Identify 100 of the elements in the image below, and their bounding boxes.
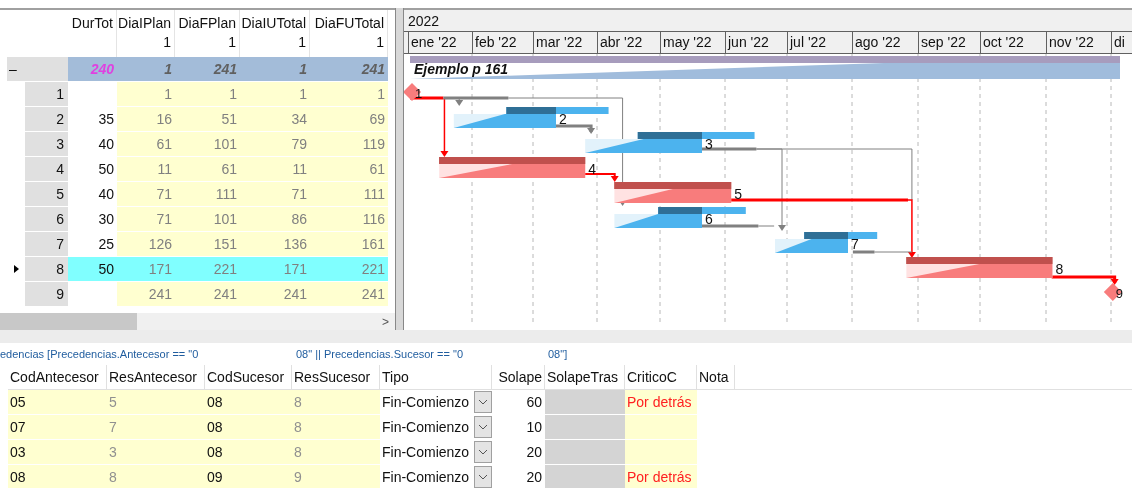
table-cell: 111 [175, 182, 240, 206]
bar-label: 5 [734, 186, 742, 202]
table-cell: 241 [240, 282, 310, 306]
row-number[interactable]: 7 [25, 232, 68, 256]
month-header: abr '22 [600, 34, 643, 50]
table-cell: 151 [175, 232, 240, 256]
column-header[interactable]: Nota [697, 365, 735, 389]
task-bar[interactable] [453, 107, 609, 128]
table-cell: 111 [310, 182, 388, 206]
task-bar[interactable] [775, 232, 878, 253]
bar-label: 1 [415, 86, 423, 101]
scroll-right-arrow[interactable]: > [382, 312, 389, 331]
row-number[interactable]: 4 [25, 157, 68, 181]
month-header: oct '22 [983, 34, 1024, 50]
column-unit: 1 [228, 33, 236, 51]
column-header[interactable]: ResSucesor [292, 365, 380, 389]
type-value: Fin-Comienzo [382, 417, 470, 437]
table-cell: 71 [117, 207, 175, 231]
dropdown-button[interactable] [474, 416, 492, 438]
bar-label: 9 [1115, 286, 1124, 301]
column-header[interactable]: DiaIUTotal [241, 10, 306, 33]
chevron-down-icon [478, 474, 488, 480]
dropdown-button[interactable] [474, 466, 492, 488]
table-cell: 171 [117, 257, 175, 281]
table-cell: 61 [310, 157, 388, 181]
table-cell: 07 [8, 415, 107, 439]
table-cell: 16 [117, 107, 175, 131]
summary-cell: 241 [175, 57, 240, 81]
table-cell: 08 [205, 415, 292, 439]
row-number[interactable]: 3 [25, 132, 68, 156]
dependency-arrow [440, 97, 449, 157]
column-header[interactable]: Solape [492, 365, 545, 389]
filter-text: edencias [Precedencias.Antecesor == "0 [0, 346, 200, 362]
column-header[interactable]: SolapeTras [545, 365, 625, 389]
column-header[interactable]: DurTot [71, 10, 113, 33]
table-cell: 08 [205, 390, 292, 414]
month-header: feb '22 [475, 34, 517, 50]
filter-text: 08"] [548, 346, 568, 362]
row-number[interactable]: 8 [25, 257, 68, 281]
month-header: nov '22 [1049, 34, 1094, 50]
bar-label: 3 [705, 136, 713, 152]
table-cell: 61 [175, 157, 240, 181]
month-header: ago '22 [855, 34, 901, 50]
column-header[interactable]: CodSucesor [205, 365, 292, 389]
table-cell-text: 60 [525, 393, 543, 412]
table-cell: 241 [175, 282, 240, 306]
table-cell-text: 10 [525, 418, 543, 437]
task-bar[interactable] [439, 157, 586, 178]
table-cell: 8 [292, 440, 380, 464]
row-number[interactable]: 6 [25, 207, 68, 231]
column-unit: 1 [298, 33, 306, 51]
column-unit: 1 [163, 33, 171, 51]
task-bar[interactable] [614, 182, 732, 203]
summary-cell: 240 [68, 57, 117, 81]
column-unit: 1 [376, 33, 384, 51]
month-header: di [1114, 34, 1125, 50]
year-header: 2022 [408, 13, 440, 29]
row-number[interactable]: 2 [25, 107, 68, 131]
bar-label: 2 [559, 111, 567, 127]
column-header[interactable]: DiaFPlan [178, 10, 236, 33]
table-cell: 09 [205, 465, 292, 488]
month-header: may '22 [663, 34, 712, 50]
column-header[interactable]: ResAntecesor [107, 365, 205, 389]
row-number[interactable]: 1 [25, 82, 68, 106]
summary-bar[interactable] [410, 56, 1120, 79]
table-cell: 51 [175, 107, 240, 131]
table-cell: 116 [310, 207, 388, 231]
dependency-arrow [455, 97, 464, 106]
month-header: jun '22 [728, 34, 769, 50]
collapse-toggle[interactable]: – [7, 57, 68, 81]
summary-title: Ejemplo p 161 [414, 61, 509, 77]
table-cell: 71 [240, 182, 310, 206]
scrollbar-thumb[interactable] [0, 313, 137, 330]
chevron-down-icon [478, 399, 488, 405]
chevron-down-icon [478, 424, 488, 430]
column-header[interactable]: Tipo [380, 365, 492, 389]
dropdown-button[interactable] [474, 441, 492, 463]
task-bar[interactable] [585, 132, 755, 153]
row-number[interactable]: 9 [25, 282, 68, 306]
table-cell: 50 [68, 257, 117, 281]
type-value: Fin-Comienzo [382, 442, 470, 462]
table-cell: 161 [310, 232, 388, 256]
table-cell: 8 [292, 390, 380, 414]
milestone-diamond[interactable] [1103, 283, 1122, 301]
table-cell: 05 [8, 390, 107, 414]
column-header[interactable]: DiaIPlan [118, 10, 171, 33]
column-header[interactable]: DiaFUTotal [314, 10, 384, 33]
table-cell: 11 [240, 157, 310, 181]
task-bar[interactable] [614, 207, 746, 228]
month-header: sep '22 [921, 34, 966, 50]
table-cell: 8 [107, 465, 205, 488]
row-number[interactable]: 5 [25, 182, 68, 206]
column-header[interactable]: CriticoC [625, 365, 697, 389]
table-cell: 11 [117, 157, 175, 181]
task-bar[interactable] [906, 257, 1053, 278]
table-cell: 136 [240, 232, 310, 256]
column-header[interactable]: CodAntecesor [8, 365, 107, 389]
table-cell: 171 [240, 257, 310, 281]
table-cell: 71 [117, 182, 175, 206]
dropdown-button[interactable] [474, 391, 492, 413]
